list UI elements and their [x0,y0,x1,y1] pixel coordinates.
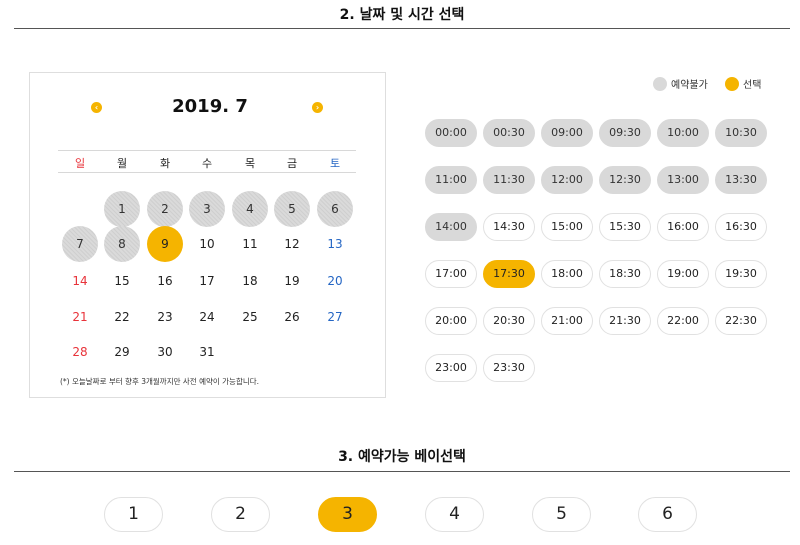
calendar-day: 4 [232,191,268,227]
prev-month-button[interactable]: ‹ [91,102,102,113]
time-slot[interactable]: 19:00 [657,260,709,288]
weekday-label: 수 [201,157,213,170]
chevron-right-icon: › [315,103,320,112]
legend-unavailable-label: 예약불가 [671,80,708,91]
weekday-label: 화 [159,157,171,170]
bay-button[interactable]: 1 [104,497,163,532]
calendar-day[interactable]: 10 [189,226,225,262]
section-divider [14,471,790,472]
calendar-day[interactable]: 27 [317,299,353,335]
calendar-day[interactable]: 19 [274,263,310,299]
calendar-day[interactable]: 13 [317,226,353,262]
calendar-day[interactable]: 28 [62,334,98,370]
time-slot[interactable]: 21:00 [541,307,593,335]
weekday-bottom-divider [58,172,356,173]
next-month-button[interactable]: › [312,102,323,113]
calendar-day[interactable]: 26 [274,299,310,335]
time-slot[interactable]: 18:30 [599,260,651,288]
calendar-day[interactable]: 16 [147,263,183,299]
legend-unavailable: 예약불가 [653,76,708,91]
calendar-day[interactable]: 15 [104,263,140,299]
weekday-top-divider [58,150,356,151]
unavailable-dot-icon [653,76,667,91]
chevron-left-icon: ‹ [94,103,99,112]
time-slot[interactable]: 22:30 [715,307,767,335]
calendar-day: 8 [104,226,140,262]
time-slot: 10:30 [715,119,767,147]
legend-selected-label: 선택 [743,80,762,91]
selected-dot-icon [725,76,739,91]
weekday-label: 목 [244,157,256,170]
time-slot: 11:00 [425,166,477,194]
time-slot: 13:00 [657,166,709,194]
calendar-day[interactable]: 22 [104,299,140,335]
time-slot[interactable]: 18:00 [541,260,593,288]
section-divider [14,28,790,29]
calendar-day[interactable]: 21 [62,299,98,335]
section-title-bay: 3. 예약가능 베이선택 [338,449,466,465]
calendar-day: 7 [62,226,98,262]
time-slot: 00:00 [425,119,477,147]
time-slot[interactable]: 19:30 [715,260,767,288]
bay-button[interactable]: 6 [638,497,697,532]
bay-button[interactable]: 4 [425,497,484,532]
calendar-day[interactable]: 20 [317,263,353,299]
calendar-day[interactable]: 17 [189,263,225,299]
time-slot: 12:00 [541,166,593,194]
bay-button-selected[interactable]: 3 [318,497,377,532]
calendar-day: 3 [189,191,225,227]
time-slot: 14:00 [425,213,477,241]
time-slot[interactable]: 20:00 [425,307,477,335]
calendar-day[interactable]: 29 [104,334,140,370]
time-slot[interactable]: 23:00 [425,354,477,382]
time-slot[interactable]: 23:30 [483,354,535,382]
calendar-day[interactable]: 30 [147,334,183,370]
calendar-day: 6 [317,191,353,227]
time-slot: 09:30 [599,119,651,147]
calendar-day[interactable]: 12 [274,226,310,262]
time-slot[interactable]: 14:30 [483,213,535,241]
time-slot: 10:00 [657,119,709,147]
time-slot[interactable]: 15:30 [599,213,651,241]
time-slot-selected[interactable]: 17:30 [483,260,535,288]
time-slot: 12:30 [599,166,651,194]
time-slot[interactable]: 15:00 [541,213,593,241]
time-slot[interactable]: 16:00 [657,213,709,241]
calendar-day[interactable]: 11 [232,226,268,262]
calendar-day: 1 [104,191,140,227]
legend-selected: 선택 [725,76,761,91]
time-slot[interactable]: 16:30 [715,213,767,241]
calendar-day[interactable]: 25 [232,299,268,335]
section-title-date-time: 2. 날짜 및 시간 선택 [339,7,465,23]
bay-button[interactable]: 2 [211,497,270,532]
time-slot: 11:30 [483,166,535,194]
calendar-day-selected[interactable]: 9 [147,226,183,262]
weekday-label: 일 [74,157,86,170]
calendar-day: 2 [147,191,183,227]
time-slot[interactable]: 21:30 [599,307,651,335]
time-slot: 13:30 [715,166,767,194]
calendar-day[interactable]: 23 [147,299,183,335]
time-slot: 09:00 [541,119,593,147]
bay-button[interactable]: 5 [532,497,591,532]
calendar-day[interactable]: 18 [232,263,268,299]
calendar-day[interactable]: 24 [189,299,225,335]
time-slot[interactable]: 20:30 [483,307,535,335]
calendar-day[interactable]: 14 [62,263,98,299]
time-slot: 00:30 [483,119,535,147]
calendar-month-title: 2019. 7 [172,96,248,117]
weekday-label: 토 [329,157,341,170]
booking-note: (*) 오늘날짜로 부터 향후 3개월까지만 사전 예약이 가능합니다. [60,377,260,386]
time-slot[interactable]: 17:00 [425,260,477,288]
calendar-day: 5 [274,191,310,227]
weekday-label: 금 [286,157,298,170]
time-slot[interactable]: 22:00 [657,307,709,335]
calendar-day[interactable]: 31 [189,334,225,370]
weekday-label: 월 [116,157,128,170]
